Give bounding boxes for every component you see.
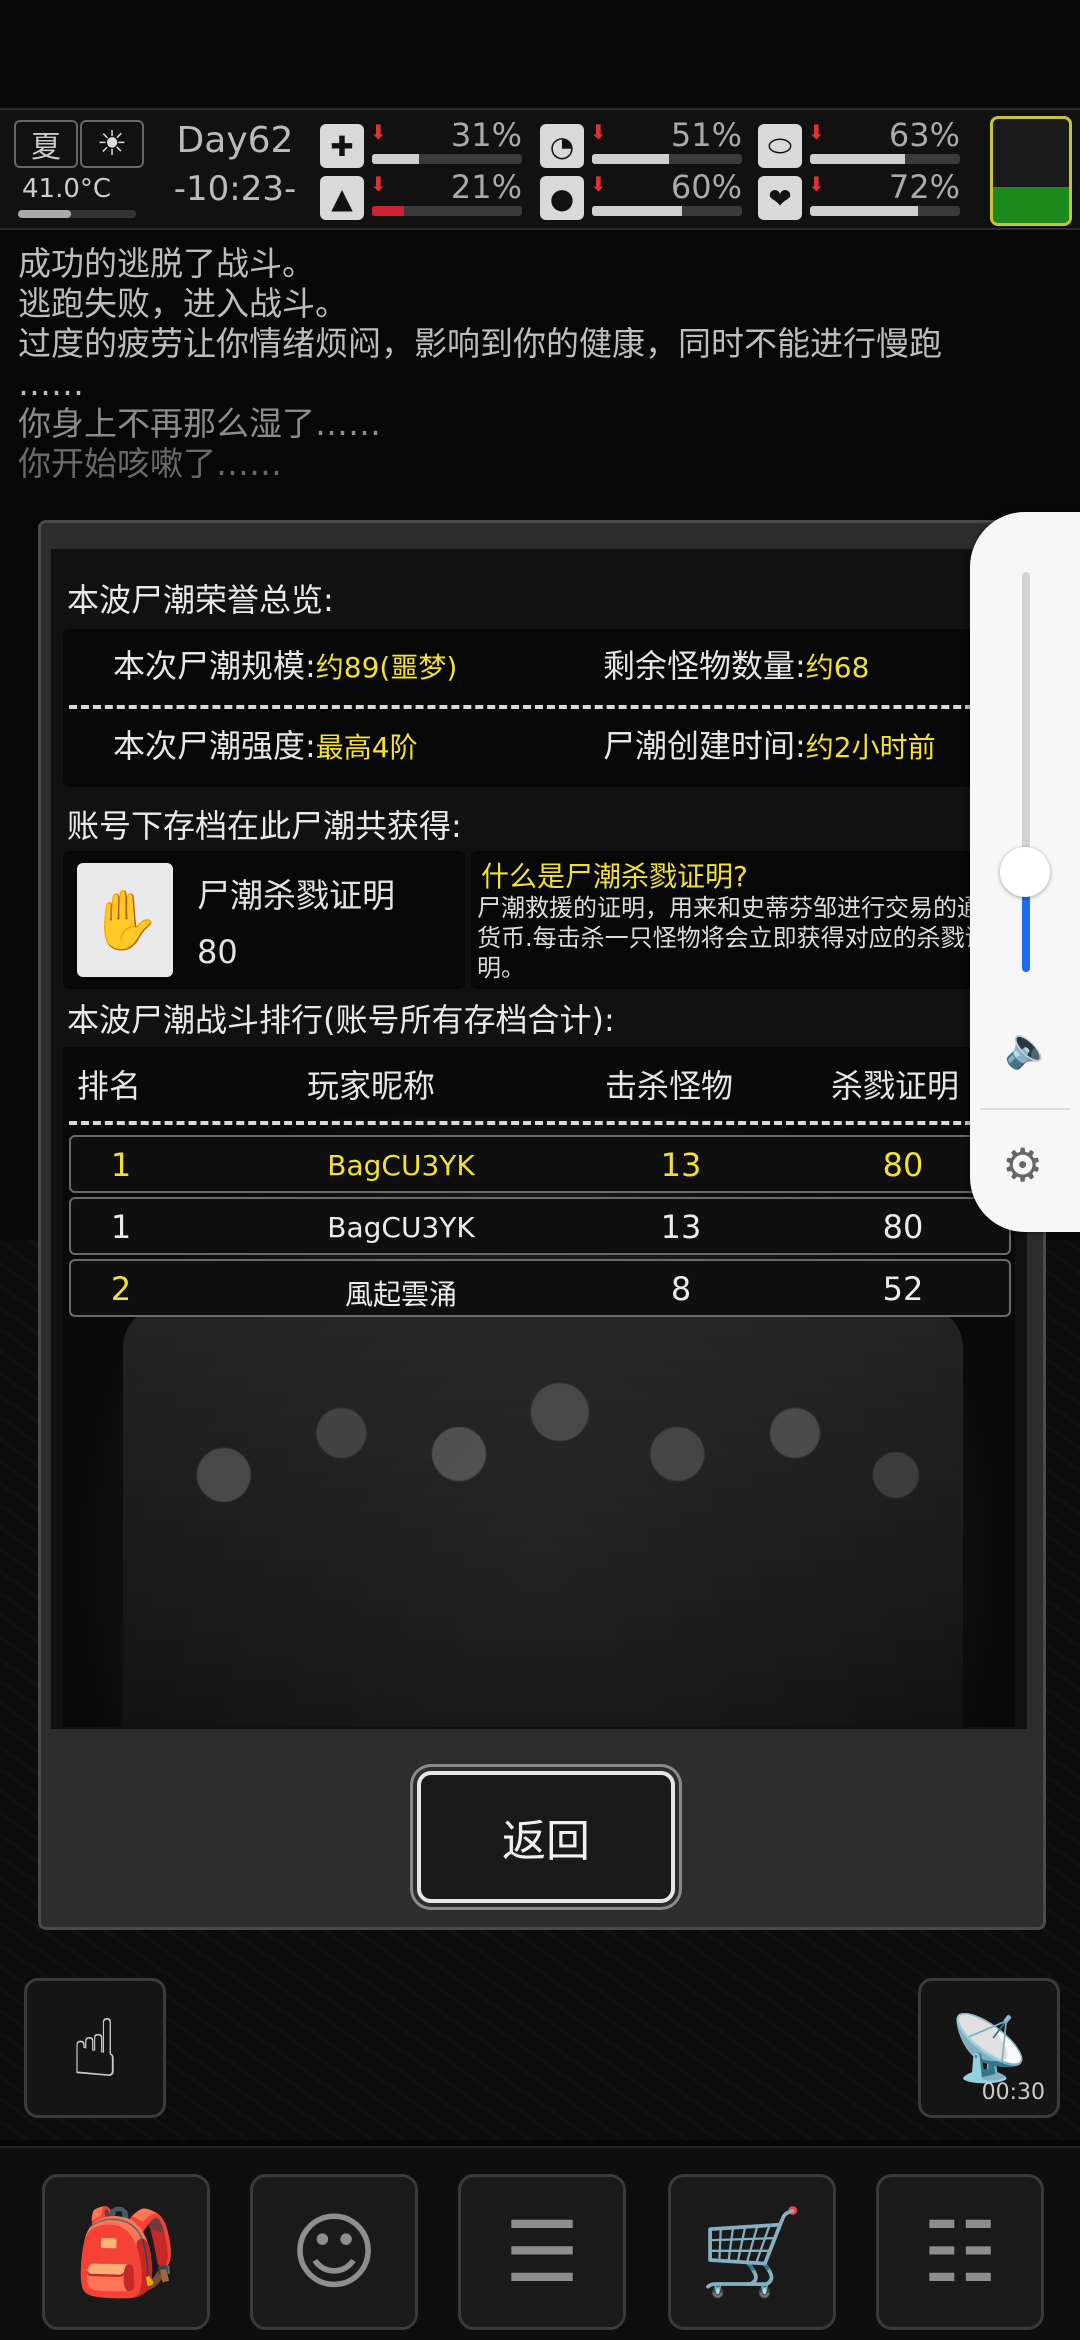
notebook-icon: ☰ [504,2203,580,2301]
pill-icon: ⬭ [758,124,802,168]
col-player: 玩家昵称 [307,1067,436,1105]
water-drop-icon: ● [540,176,584,220]
stat-value: 21% [450,168,522,206]
dialog-body: 本波尸潮荣誉总览: 本次尸潮规模:约89(噩梦) 剩余怪物数量:约68 本次尸潮… [51,549,1027,1729]
radar-timer: 00:30 [981,2080,1045,2105]
horde-created-time: 尸潮创建时间:约2小时前 [603,727,936,765]
table-row: 1 BagCU3YK 13 80 [69,1197,1011,1255]
action-button[interactable]: ☝ [24,1978,166,2118]
nav-menu[interactable]: ☷ [876,2174,1044,2330]
stat-value: 31% [450,116,522,154]
battery-gauge[interactable] [990,116,1072,226]
stat-value: 72% [888,168,960,206]
back-button[interactable]: 返回 [417,1771,675,1903]
ranking-title: 本波尸潮战斗排行(账号所有存档合计): [67,1001,615,1039]
info-title: 什么是尸潮杀戮证明? [481,860,748,893]
log-line: 你身上不再那么湿了…… [18,404,381,443]
reward-name: 尸潮杀戮证明 [197,876,395,915]
gear-icon[interactable]: ⚙ [1002,1138,1043,1192]
stat-value: 51% [670,116,742,154]
backpack-icon: 🎒 [73,2202,179,2301]
satellite-dish-icon: 📡 [949,2011,1029,2086]
table-row: 2 風起雲涌 8 52 [69,1259,1011,1317]
stat-mood[interactable]: ❤ ⬇ 72% [758,168,968,222]
medkit-icon: ✚ [320,124,364,168]
decrease-arrow-icon: ⬇ [590,120,607,144]
log-line: …… [18,364,84,403]
event-log: 成功的逃脱了战斗。 逃跑失败，进入战斗。 过度的疲劳让你情绪烦闷，影响到你的健康，同… [18,244,1068,484]
reward-title: 账号下存档在此尸潮共获得: [67,807,462,845]
nav-backpack[interactable]: 🎒 [42,2174,210,2330]
stat-bar [810,154,960,164]
decrease-arrow-icon: ⬇ [370,172,387,196]
brain-icon: ☺ [290,2203,378,2301]
stat-value: 60% [670,168,742,206]
divider [980,1108,1070,1110]
col-rank: 排名 [77,1067,142,1105]
ranking-table: 排名 玩家昵称 击杀怪物 杀戮证明 1 BagCU3YK 13 80 1 Bag… [63,1047,1015,1727]
remaining-monsters: 剩余怪物数量:约68 [603,647,870,685]
nav-journal[interactable]: ☰ [458,2174,626,2330]
speaker-icon[interactable]: 🔈 [1004,1024,1054,1071]
boot-icon: ▲ [320,176,364,220]
volume-slider[interactable] [1022,572,1030,972]
stat-bar [372,154,522,164]
header-divider [69,1121,1009,1125]
day-time-panel: Day62 -10:23- [160,114,310,220]
stat-hunger[interactable]: ◔ ⬇ 51% [540,116,750,170]
stat-bar [592,206,742,216]
decrease-arrow-icon: ⬇ [808,172,825,196]
log-line: 逃跑失败，进入战斗。 [18,284,348,323]
horde-scale: 本次尸潮规模:约89(噩梦) [113,647,458,685]
nav-shop[interactable]: 🛒 [668,2174,836,2330]
season-badge: 夏 [14,120,78,168]
day-counter: Day62 [176,120,294,161]
horde-honor-dialog: 本波尸潮荣誉总览: 本次尸潮规模:约89(噩梦) 剩余怪物数量:约68 本次尸潮… [38,520,1046,1930]
stat-medicine[interactable]: ⬭ ⬇ 63% [758,116,968,170]
stat-stamina[interactable]: ▲ ⬇ 21% [320,168,530,222]
list-menu-icon: ☷ [922,2203,998,2301]
weather-panel[interactable]: 夏 ☀ 41.0°C [8,114,144,220]
tap-hand-icon: ☝ [70,2001,120,2095]
stat-bar [810,206,960,216]
temperature-readout: 41.0°C [22,174,112,204]
volume-panel: 🔈 ⚙ [970,512,1080,1232]
stat-health[interactable]: ✚ ⬇ 31% [320,116,530,170]
reward-card[interactable]: ✋ 尸潮杀戮证明 80 [63,851,465,989]
reward-count: 80 [197,933,238,971]
log-line: 你开始咳嗽了…… [18,444,282,483]
log-line: 过度的疲劳让你情绪烦闷，影响到你的健康，同时不能进行慢跑 [18,324,942,363]
log-line: 成功的逃脱了战斗。 [18,244,315,283]
stat-bar [372,206,522,216]
kill-proof-info: 什么是尸潮杀戮证明? 尸潮救援的证明，用来和史蒂芬邹进行交易的通用货币.每击杀一… [471,851,1015,989]
horde-info-box: 本次尸潮规模:约89(噩梦) 剩余怪物数量:约68 本次尸潮强度:最高4阶 尸潮… [63,629,1015,787]
temperature-bar [18,210,136,218]
status-bar: 夏 ☀ 41.0°C Day62 -10:23- ✚ ⬇ 31% ◔ ⬇ 51% ⬭ ⬇ 63%… [0,108,1080,230]
kill-proof-icon: ✋ [77,863,173,977]
clock: -10:23- [173,169,297,209]
zombie-horde-image [123,1307,963,1727]
nav-skills[interactable]: ☺ [250,2174,418,2330]
stat-value: 63% [888,116,960,154]
decrease-arrow-icon: ⬇ [590,172,607,196]
table-row: 1 BagCU3YK 13 80 [69,1135,1011,1193]
decrease-arrow-icon: ⬇ [808,120,825,144]
shopping-cart-icon: 🛒 [699,2202,805,2301]
table-header: 排名 玩家昵称 击杀怪物 杀戮证明 [63,1047,1015,1117]
radar-button[interactable]: 📡 00:30 [918,1978,1060,2118]
info-description: 尸潮救援的证明，用来和史蒂芬邹进行交易的通用货币.每击杀一只怪物将会立即获得对应… [477,894,1005,982]
overview-title: 本波尸潮荣誉总览: [67,581,334,619]
col-kills: 击杀怪物 [605,1067,734,1105]
stat-thirst[interactable]: ● ⬇ 60% [540,168,750,222]
stat-bar [592,154,742,164]
bottom-nav: 🎒 ☺ ☰ 🛒 ☷ [0,2146,1080,2340]
heart-icon: ❤ [758,176,802,220]
decrease-arrow-icon: ⬇ [370,120,387,144]
col-proof: 杀戮证明 [831,1067,960,1105]
stomach-icon: ◔ [540,124,584,168]
game-screen: 夏 ☀ 41.0°C Day62 -10:23- ✚ ⬇ 31% ◔ ⬇ 51% ⬭ ⬇ 63%… [0,0,1080,2340]
volume-knob[interactable] [1000,847,1050,897]
sun-icon: ☀ [80,120,144,168]
horde-intensity: 本次尸潮强度:最高4阶 [113,727,418,765]
